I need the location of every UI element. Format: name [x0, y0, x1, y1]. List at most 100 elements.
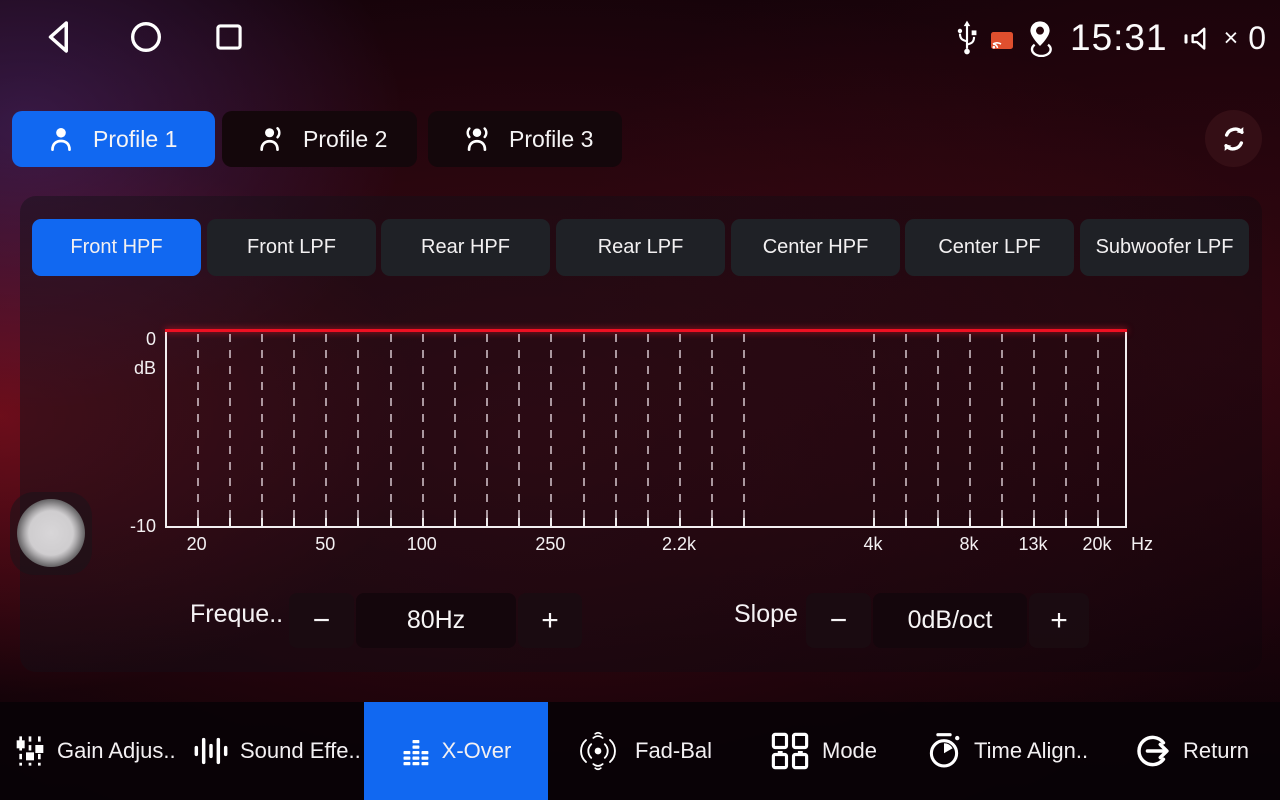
tab-rear-lpf[interactable]: Rear LPF	[556, 219, 725, 276]
tab-label: Front HPF	[70, 236, 162, 259]
axis-tick	[937, 518, 939, 526]
x-axis-tick-label: 20k	[1082, 534, 1111, 555]
plus-icon: +	[1050, 604, 1068, 638]
slope-value-text: 0dB/oct	[908, 606, 993, 635]
knob-icon	[17, 499, 85, 567]
axis-tick	[969, 518, 971, 526]
user-icon	[44, 122, 78, 156]
x-axis-tick-label: 50	[315, 534, 335, 555]
nav-label: Fad-Bal	[635, 738, 712, 764]
axis-tick	[1001, 518, 1003, 526]
location-icon	[1024, 19, 1056, 57]
frequency-minus-button[interactable]: −	[289, 593, 354, 648]
profile-3-button[interactable]: Profile 3	[428, 111, 622, 167]
axis-tick	[550, 518, 552, 526]
x-axis-tick-label: 4k	[863, 534, 882, 555]
back-icon[interactable]	[40, 16, 82, 58]
xover-icon	[401, 736, 431, 766]
tab-center-lpf[interactable]: Center LPF	[905, 219, 1074, 276]
profile-2-button[interactable]: Profile 2	[222, 111, 417, 167]
android-nav-bar	[40, 16, 248, 58]
chart-gridline	[647, 334, 649, 524]
response-curve	[165, 329, 1127, 332]
chart-gridline	[743, 334, 745, 524]
axis-tick	[486, 518, 488, 526]
cast-icon	[990, 31, 1014, 51]
chart-gridline	[937, 334, 939, 524]
tab-label: Front LPF	[247, 236, 336, 259]
nav-sound-effects[interactable]: Sound Effe..	[193, 702, 361, 800]
nav-label: X-Over	[442, 738, 512, 764]
axis-tick	[1065, 518, 1067, 526]
volume-level: 0	[1248, 20, 1266, 57]
chart-gridline	[229, 334, 231, 524]
axis-tick	[905, 518, 907, 526]
axis-tick	[873, 518, 875, 526]
frequency-value-text: 80Hz	[407, 606, 465, 635]
time-align-icon	[925, 731, 963, 771]
axis-tick	[229, 518, 231, 526]
profile-1-button[interactable]: Profile 1	[12, 111, 215, 167]
nav-label: Gain Adjus..	[57, 738, 176, 764]
slope-minus-button[interactable]: −	[806, 593, 871, 648]
chart-gridline	[583, 334, 585, 524]
tab-label: Rear LPF	[598, 236, 684, 259]
sound-effects-icon	[193, 735, 229, 767]
xover-settings-screen: 15:31 × 0 Profile 1 Profile 2	[0, 0, 1280, 800]
tab-rear-hpf[interactable]: Rear HPF	[381, 219, 550, 276]
slope-plus-button[interactable]: +	[1029, 593, 1089, 648]
chart-gridline	[261, 334, 263, 524]
frequency-plus-button[interactable]: +	[518, 593, 582, 648]
chart-gridline	[1065, 334, 1067, 524]
nav-fad-bal[interactable]: Fad-Bal	[572, 702, 712, 800]
y-axis-unit: dB	[112, 358, 156, 379]
mute-symbol: ×	[1224, 24, 1239, 53]
minus-icon: −	[830, 604, 848, 638]
axis-tick	[197, 518, 199, 526]
chart-gridline	[905, 334, 907, 524]
tab-label: Rear HPF	[421, 236, 510, 259]
mode-icon	[769, 730, 811, 772]
floating-assist-ball[interactable]	[10, 492, 92, 575]
recents-icon[interactable]	[210, 18, 248, 56]
tab-subwoofer-lpf[interactable]: Subwoofer LPF	[1080, 219, 1249, 276]
chart-gridline	[679, 334, 681, 524]
axis-tick	[357, 518, 359, 526]
volume-muted-icon[interactable]	[1182, 23, 1212, 53]
axis-tick	[583, 518, 585, 526]
nav-gain-adjust[interactable]: Gain Adjus..	[14, 702, 176, 800]
axis-tick	[390, 518, 392, 526]
chart-gridline	[486, 334, 488, 524]
frequency-value: 80Hz	[356, 593, 516, 648]
chart-gridline	[711, 334, 713, 524]
axis-tick	[325, 518, 327, 526]
y-axis-bottom-label: -10	[112, 516, 156, 537]
chart-gridline	[969, 334, 971, 524]
nav-return[interactable]: Return	[1134, 702, 1249, 800]
home-icon[interactable]	[126, 17, 166, 57]
return-icon	[1134, 732, 1172, 770]
axis-tick	[1033, 518, 1035, 526]
nav-xover[interactable]: X-Over	[364, 702, 548, 800]
profile-label: Profile 3	[509, 126, 593, 153]
chart-gridline	[873, 334, 875, 524]
chart-gridline	[518, 334, 520, 524]
nav-time-align[interactable]: Time Align..	[925, 702, 1088, 800]
x-axis-tick-label: 8k	[959, 534, 978, 555]
chart-gridline	[390, 334, 392, 524]
axis-tick	[711, 518, 713, 526]
tab-front-lpf[interactable]: Front LPF	[207, 219, 376, 276]
sync-reset-button[interactable]	[1205, 110, 1262, 167]
nav-mode[interactable]: Mode	[769, 702, 877, 800]
usb-icon	[954, 19, 980, 57]
x-axis-tick-label: 250	[535, 534, 565, 555]
bottom-nav-bar: Gain Adjus.. Sound Effe.. X-Ov	[0, 702, 1280, 800]
frequency-response-chart[interactable]: 20501002502.2k4k8k13k20k	[165, 330, 1127, 528]
nav-label: Time Align..	[974, 738, 1088, 764]
axis-tick	[647, 518, 649, 526]
fad-bal-icon	[572, 728, 624, 774]
tab-center-hpf[interactable]: Center HPF	[731, 219, 900, 276]
chart-gridline	[1097, 334, 1099, 524]
axis-tick	[454, 518, 456, 526]
tab-front-hpf[interactable]: Front HPF	[32, 219, 201, 276]
